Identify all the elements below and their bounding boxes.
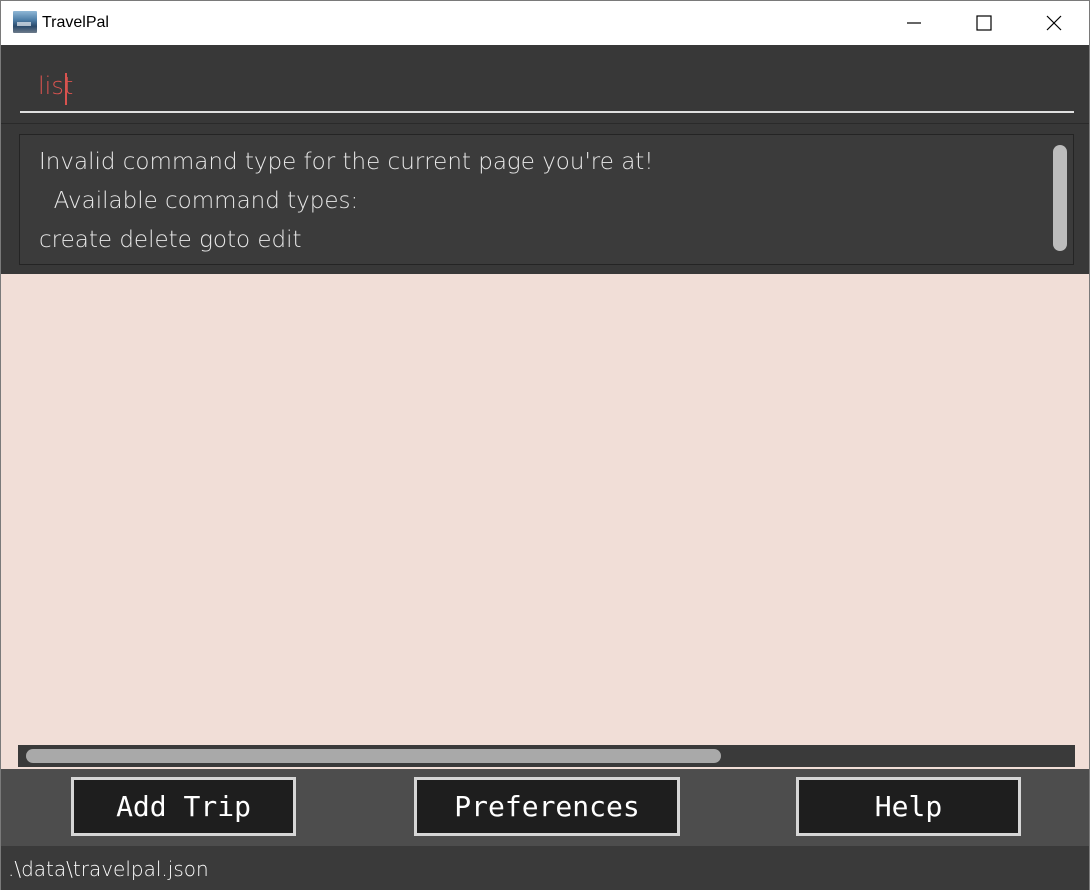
status-bar: .\data\travelpal.json: [1, 846, 1089, 890]
add-trip-button[interactable]: Add Trip: [71, 777, 296, 836]
trip-list-panel: [1, 274, 1089, 769]
result-line: create delete goto edit: [39, 227, 302, 253]
minimize-button[interactable]: [879, 1, 949, 45]
result-line: Available command types:: [39, 188, 359, 214]
window-title: TravelPal: [42, 14, 109, 31]
app-logo-icon: [13, 11, 37, 33]
command-box-area: [1, 45, 1089, 124]
preferences-button[interactable]: Preferences: [414, 777, 680, 836]
result-display-area: Invalid command type for the current pag…: [1, 124, 1089, 274]
horizontal-scrollbar[interactable]: [18, 745, 1075, 767]
result-display: Invalid command type for the current pag…: [19, 134, 1074, 265]
result-line: Invalid command type for the current pag…: [39, 149, 654, 175]
command-input[interactable]: [20, 61, 1074, 113]
horizontal-scrollbar-thumb[interactable]: [26, 749, 721, 763]
button-bar: Add Trip Preferences Help: [1, 769, 1089, 846]
text-caret: [65, 73, 67, 105]
title-bar: TravelPal: [1, 1, 1089, 45]
app-window: TravelPal Invalid command type for the c…: [0, 0, 1090, 890]
maximize-icon: [976, 15, 992, 31]
maximize-button[interactable]: [949, 1, 1019, 45]
close-icon: [1046, 15, 1062, 31]
close-button[interactable]: [1019, 1, 1089, 45]
result-vertical-scrollbar[interactable]: [1053, 145, 1067, 251]
minimize-icon: [907, 22, 921, 24]
help-button[interactable]: Help: [796, 777, 1021, 836]
data-file-path: .\data\travelpal.json: [8, 857, 209, 881]
